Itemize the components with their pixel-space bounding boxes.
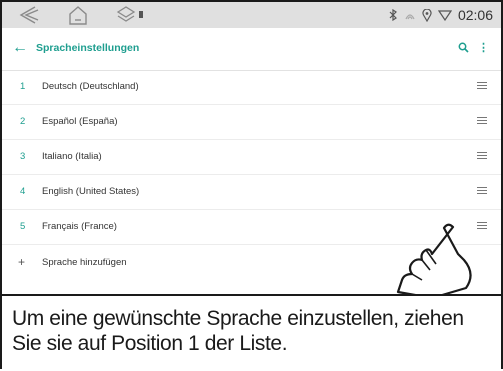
bluetooth-icon	[388, 9, 398, 21]
status-bar: 02:06	[2, 2, 501, 28]
language-label: English (United States)	[42, 186, 140, 197]
recents-icon[interactable]	[114, 4, 150, 26]
app-bar: ← Spracheinstellungen ⋮	[2, 28, 501, 71]
drag-handle-icon[interactable]	[477, 82, 487, 91]
language-position: 4	[20, 186, 26, 197]
language-label: Español (España)	[42, 116, 118, 127]
plus-icon: +	[18, 255, 26, 269]
pointing-hand-icon	[386, 218, 498, 303]
language-position: 1	[20, 81, 26, 92]
status-indicators: 02:06	[388, 2, 493, 28]
home-icon[interactable]	[66, 4, 90, 26]
search-icon[interactable]	[458, 42, 469, 56]
page-title: Spracheinstellungen	[36, 42, 140, 54]
language-position: 5	[20, 221, 26, 232]
instruction-text: Um eine gewünschte Sprache einzustellen,…	[12, 307, 464, 355]
language-position: 3	[20, 151, 26, 162]
location-icon	[422, 8, 432, 22]
more-options-icon[interactable]: ⋮	[478, 41, 489, 54]
instruction-caption: Um eine gewünschte Sprache einzustellen,…	[2, 294, 501, 371]
language-item-1[interactable]: 1 Deutsch (Deutschland)	[2, 70, 501, 105]
wifi-icon	[437, 9, 452, 21]
language-position: 2	[20, 116, 26, 127]
language-item-3[interactable]: 3 Italiano (Italia)	[2, 140, 501, 175]
language-label: Français (France)	[42, 221, 117, 232]
language-label: Deutsch (Deutschland)	[42, 81, 139, 92]
language-item-2[interactable]: 2 Español (España)	[2, 105, 501, 140]
back-arrow-icon[interactable]: ←	[12, 39, 28, 57]
clock: 02:06	[457, 7, 493, 23]
signal-icon	[404, 9, 416, 21]
drag-handle-icon[interactable]	[477, 152, 487, 161]
language-label: Italiano (Italia)	[42, 151, 102, 162]
drag-handle-icon[interactable]	[477, 187, 487, 196]
language-item-4[interactable]: 4 English (United States)	[2, 175, 501, 210]
back-icon[interactable]	[16, 4, 40, 26]
drag-handle-icon[interactable]	[477, 117, 487, 126]
add-language-label: Sprache hinzufügen	[42, 257, 127, 268]
